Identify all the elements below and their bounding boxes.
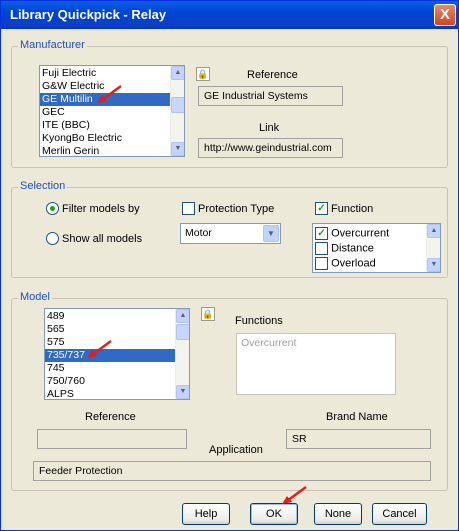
manufacturer-list[interactable]: Fuji Electric G&W Electric GE Multilin G…	[39, 65, 185, 157]
title-bar[interactable]: Library Quickpick - Relay X	[1, 1, 458, 29]
scroll-down-icon[interactable]: ▼	[171, 142, 184, 156]
link-field[interactable]: http://www.geindustrial.com	[198, 138, 343, 158]
lock-icon[interactable]: 🔒	[196, 67, 210, 81]
manufacturer-reference-field: GE Industrial Systems	[198, 86, 343, 106]
list-item[interactable]: KyongBo Electric	[40, 132, 170, 145]
scroll-thumb[interactable]	[176, 324, 189, 340]
list-item[interactable]: 750/760	[45, 375, 175, 388]
chevron-down-icon[interactable]: ▼	[263, 225, 279, 242]
function-label[interactable]: Function	[331, 203, 373, 215]
function-item-overload[interactable]: Overload	[315, 257, 426, 272]
none-button[interactable]: None	[314, 503, 362, 525]
protection-type-label[interactable]: Protection Type	[198, 203, 274, 215]
protection-type-select[interactable]: Motor ▼	[180, 223, 281, 244]
function-list[interactable]: ✓ Overcurrent Distance Overload ▲ ▼	[312, 223, 441, 273]
function-scrollbar[interactable]: ▲ ▼	[426, 224, 440, 272]
manufacturer-reference-label: Reference	[247, 69, 298, 81]
application-field: Feeder Protection	[33, 461, 431, 481]
manufacturer-group-label: Manufacturer	[18, 39, 87, 51]
scroll-down-icon[interactable]: ▼	[176, 385, 189, 399]
model-group-label: Model	[18, 291, 52, 303]
help-button[interactable]: Help	[182, 503, 230, 525]
scroll-up-icon[interactable]: ▲	[427, 224, 440, 238]
functions-list: Overcurrent	[236, 333, 396, 395]
function-item-overcurrent[interactable]: ✓ Overcurrent	[315, 227, 426, 242]
list-item[interactable]: ALPS	[45, 388, 175, 399]
application-label: Application	[209, 444, 263, 456]
annotation-arrow-icon	[97, 84, 122, 103]
show-all-models-radio[interactable]	[46, 232, 59, 245]
list-item[interactable]: ITE (BBC)	[40, 119, 170, 132]
function-item-checkbox[interactable]	[315, 242, 328, 255]
brand-name-label: Brand Name	[326, 411, 388, 423]
annotation-arrow-icon	[87, 339, 112, 358]
function-item-distance[interactable]: Distance	[315, 242, 426, 257]
link-label: Link	[259, 122, 280, 134]
scroll-up-icon[interactable]: ▲	[171, 66, 184, 80]
show-all-models-label[interactable]: Show all models	[62, 233, 142, 245]
model-scrollbar[interactable]: ▲ ▼	[175, 309, 189, 399]
selection-group-label: Selection	[18, 180, 68, 192]
dialog-window: Library Quickpick - Relay X Manufacturer…	[0, 0, 459, 531]
functions-item: Overcurrent	[241, 337, 297, 349]
window-title: Library Quickpick - Relay	[10, 7, 167, 22]
close-button[interactable]: X	[434, 4, 456, 26]
protection-type-checkbox[interactable]	[182, 202, 195, 215]
manufacturer-scrollbar[interactable]: ▲ ▼	[170, 66, 184, 156]
function-item-checkbox[interactable]	[315, 257, 328, 270]
functions-label: Functions	[235, 315, 283, 327]
scroll-thumb[interactable]	[171, 97, 184, 113]
model-reference-field	[37, 429, 187, 449]
list-item[interactable]: 489	[45, 310, 175, 323]
ok-button[interactable]: OK	[250, 503, 298, 525]
model-list[interactable]: 489 565 575 735/737 745 750/760 ALPS ▲ ▼	[44, 308, 190, 400]
function-item-label: Overcurrent	[331, 227, 390, 240]
scroll-up-icon[interactable]: ▲	[176, 309, 189, 323]
protection-type-select-value: Motor	[185, 227, 212, 239]
model-reference-label: Reference	[85, 411, 136, 423]
list-item[interactable]: 745	[45, 362, 175, 375]
scroll-down-icon[interactable]: ▼	[427, 258, 440, 272]
cancel-button[interactable]: Cancel	[372, 503, 427, 525]
filter-models-label[interactable]: Filter models by	[62, 203, 140, 215]
list-item[interactable]: Merlin Gerin	[40, 145, 170, 156]
function-item-label: Overload	[331, 257, 376, 270]
function-checkbox[interactable]: ✓	[315, 202, 328, 215]
function-item-label: Distance	[331, 242, 374, 255]
annotation-arrow-icon	[282, 485, 307, 504]
list-item[interactable]: 565	[45, 323, 175, 336]
lock-icon[interactable]: 🔒	[201, 307, 215, 321]
list-item[interactable]: Fuji Electric	[40, 67, 170, 80]
filter-models-radio[interactable]	[46, 202, 59, 215]
function-item-checkbox[interactable]: ✓	[315, 227, 328, 240]
brand-name-field: SR	[286, 429, 431, 449]
list-item[interactable]: GEC	[40, 106, 170, 119]
